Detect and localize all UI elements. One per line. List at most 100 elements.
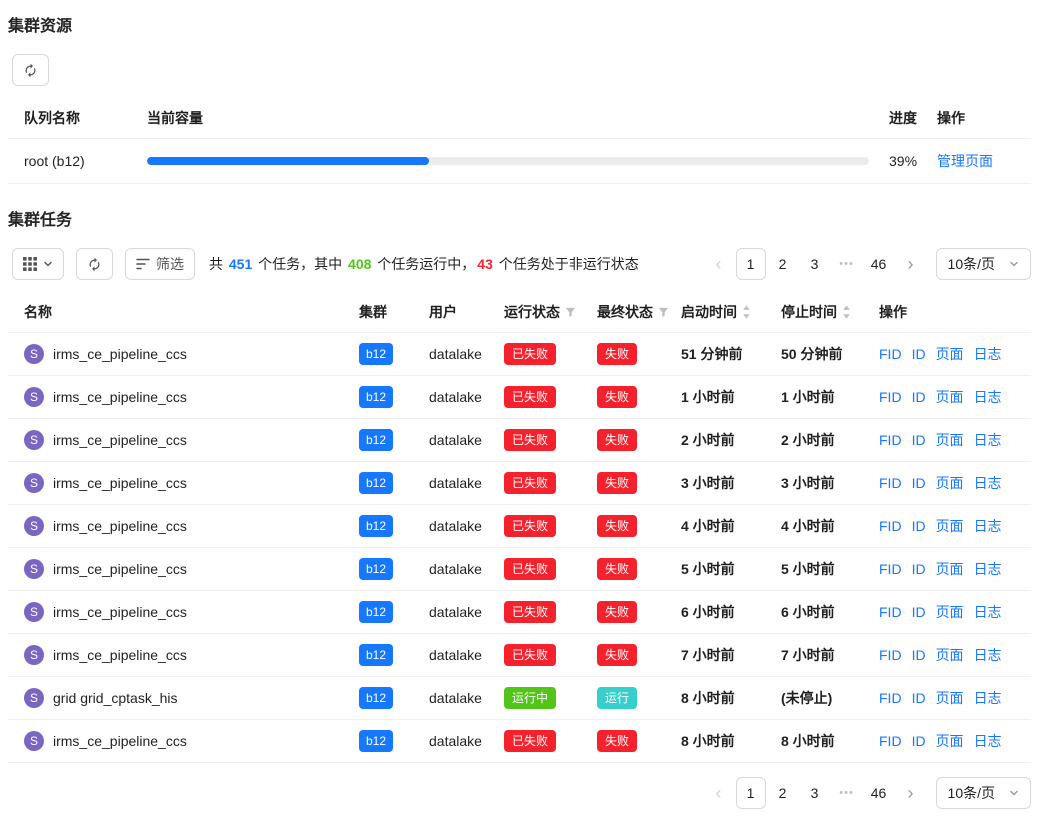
action-link[interactable]: FID xyxy=(879,432,902,448)
tasks-refresh-button[interactable] xyxy=(76,248,113,280)
action-link[interactable]: FID xyxy=(879,733,902,749)
actions-cell: FID ID 页面日志 xyxy=(863,419,1031,462)
pagination-prev[interactable]: ‹ xyxy=(704,777,734,809)
page-size-select[interactable]: 10条/页 xyxy=(936,777,1031,809)
action-link[interactable]: ID xyxy=(912,346,926,362)
chevron-down-icon xyxy=(43,259,53,269)
col-final-status: 最终状态 xyxy=(597,302,653,322)
user-cell: datalake xyxy=(429,475,482,491)
stop-time-cell: 6 小时前 xyxy=(765,591,863,634)
action-link[interactable]: 页面 xyxy=(936,647,964,663)
action-link[interactable]: FID xyxy=(879,647,902,663)
action-link[interactable]: 日志 xyxy=(974,604,1002,620)
action-link[interactable]: 页面 xyxy=(936,475,964,491)
manage-page-link[interactable]: 管理页面 xyxy=(937,153,993,169)
grid-view-button[interactable] xyxy=(12,248,64,280)
action-link[interactable]: ID xyxy=(912,733,926,749)
start-time-sorter-icon[interactable] xyxy=(742,305,751,319)
action-link[interactable]: ID xyxy=(912,561,926,577)
action-link[interactable]: ID xyxy=(912,690,926,706)
stop-time-cell: 5 小时前 xyxy=(765,548,863,591)
action-link[interactable]: FID xyxy=(879,389,902,405)
stop-time-sorter-icon[interactable] xyxy=(842,305,851,319)
action-link[interactable]: 页面 xyxy=(936,604,964,620)
page-size-label: 10条/页 xyxy=(948,783,995,803)
pagination-ellipsis[interactable]: ••• xyxy=(832,248,862,280)
action-link[interactable]: FID xyxy=(879,346,902,362)
action-link[interactable]: 日志 xyxy=(974,561,1002,577)
progress-fill xyxy=(147,157,429,165)
pagination-page-2[interactable]: 2 xyxy=(768,248,798,280)
action-link[interactable]: 页面 xyxy=(936,690,964,706)
pagination-next[interactable]: › xyxy=(896,777,926,809)
table-row: S irms_ce_pipeline_ccs b12 datalake 已失败 … xyxy=(8,591,1031,634)
action-link[interactable]: FID xyxy=(879,561,902,577)
action-link[interactable]: ID xyxy=(912,604,926,620)
cluster-tag: b12 xyxy=(359,644,393,666)
task-name: irms_ce_pipeline_ccs xyxy=(53,518,187,534)
action-link[interactable]: ID xyxy=(912,518,926,534)
pagination-ellipsis[interactable]: ••• xyxy=(832,777,862,809)
action-link[interactable]: FID xyxy=(879,690,902,706)
avatar: S xyxy=(24,430,44,450)
action-link[interactable]: ID xyxy=(912,475,926,491)
col-stop-time: 停止时间 xyxy=(781,302,837,322)
col-start-time: 启动时间 xyxy=(681,302,737,322)
avatar: S xyxy=(24,602,44,622)
cluster-tag: b12 xyxy=(359,687,393,709)
pagination-next[interactable]: › xyxy=(896,248,926,280)
summary-mid1: 个任务，其中 xyxy=(254,256,346,272)
pagination-page-1[interactable]: 1 xyxy=(736,777,766,809)
action-link[interactable]: 日志 xyxy=(974,432,1002,448)
action-link[interactable]: ID xyxy=(912,389,926,405)
user-cell: datalake xyxy=(429,647,482,663)
actions-cell: FID ID 页面日志 xyxy=(863,634,1031,677)
action-link[interactable]: 日志 xyxy=(974,346,1002,362)
action-link[interactable]: 页面 xyxy=(936,389,964,405)
action-link[interactable]: FID xyxy=(879,518,902,534)
avatar: S xyxy=(24,473,44,493)
queue-row: root (b12) 39% 管理页面 xyxy=(8,139,1031,184)
action-link[interactable]: ID xyxy=(912,432,926,448)
page-size-select[interactable]: 10条/页 xyxy=(936,248,1031,280)
task-summary: 共 451 个任务，其中 408 个任务运行中，43 个任务处于非运行状态 xyxy=(209,254,639,274)
pagination-page-46[interactable]: 46 xyxy=(864,248,894,280)
action-link[interactable]: 页面 xyxy=(936,561,964,577)
stop-time-cell: 2 小时前 xyxy=(765,419,863,462)
action-link[interactable]: 页面 xyxy=(936,432,964,448)
pagination-page-46[interactable]: 46 xyxy=(864,777,894,809)
action-link[interactable]: 日志 xyxy=(974,733,1002,749)
action-link[interactable]: 日志 xyxy=(974,690,1002,706)
action-link[interactable]: FID xyxy=(879,604,902,620)
filter-button[interactable]: 筛选 xyxy=(125,248,195,280)
avatar: S xyxy=(24,645,44,665)
queue-name: root (b12) xyxy=(8,139,139,184)
filter-button-label: 筛选 xyxy=(156,254,184,274)
action-link[interactable]: 页面 xyxy=(936,733,964,749)
final-status-tag: 失败 xyxy=(597,386,637,408)
action-link[interactable]: 页面 xyxy=(936,518,964,534)
run-status-filter-icon[interactable] xyxy=(565,307,576,318)
pagination-page-2[interactable]: 2 xyxy=(768,777,798,809)
action-link[interactable]: 页面 xyxy=(936,346,964,362)
action-link[interactable]: 日志 xyxy=(974,518,1002,534)
action-link[interactable]: ID xyxy=(912,647,926,663)
run-status-tag: 已失败 xyxy=(504,730,556,752)
pagination-prev[interactable]: ‹ xyxy=(704,248,734,280)
action-link[interactable]: FID xyxy=(879,475,902,491)
resources-refresh-button[interactable] xyxy=(12,54,49,86)
actions-cell: FID ID 页面日志 xyxy=(863,505,1031,548)
pagination-page-3[interactable]: 3 xyxy=(800,248,830,280)
task-name: irms_ce_pipeline_ccs xyxy=(53,733,187,749)
cluster-tag: b12 xyxy=(359,515,393,537)
pagination-page-3[interactable]: 3 xyxy=(800,777,830,809)
action-link[interactable]: 日志 xyxy=(974,475,1002,491)
col-task-actions: 操作 xyxy=(863,292,1031,333)
stop-time-cell: 7 小时前 xyxy=(765,634,863,677)
pagination-page-1[interactable]: 1 xyxy=(736,248,766,280)
col-user: 用户 xyxy=(413,292,488,333)
final-status-filter-icon[interactable] xyxy=(658,307,669,318)
action-link[interactable]: 日志 xyxy=(974,647,1002,663)
action-link[interactable]: 日志 xyxy=(974,389,1002,405)
final-status-tag: 失败 xyxy=(597,472,637,494)
